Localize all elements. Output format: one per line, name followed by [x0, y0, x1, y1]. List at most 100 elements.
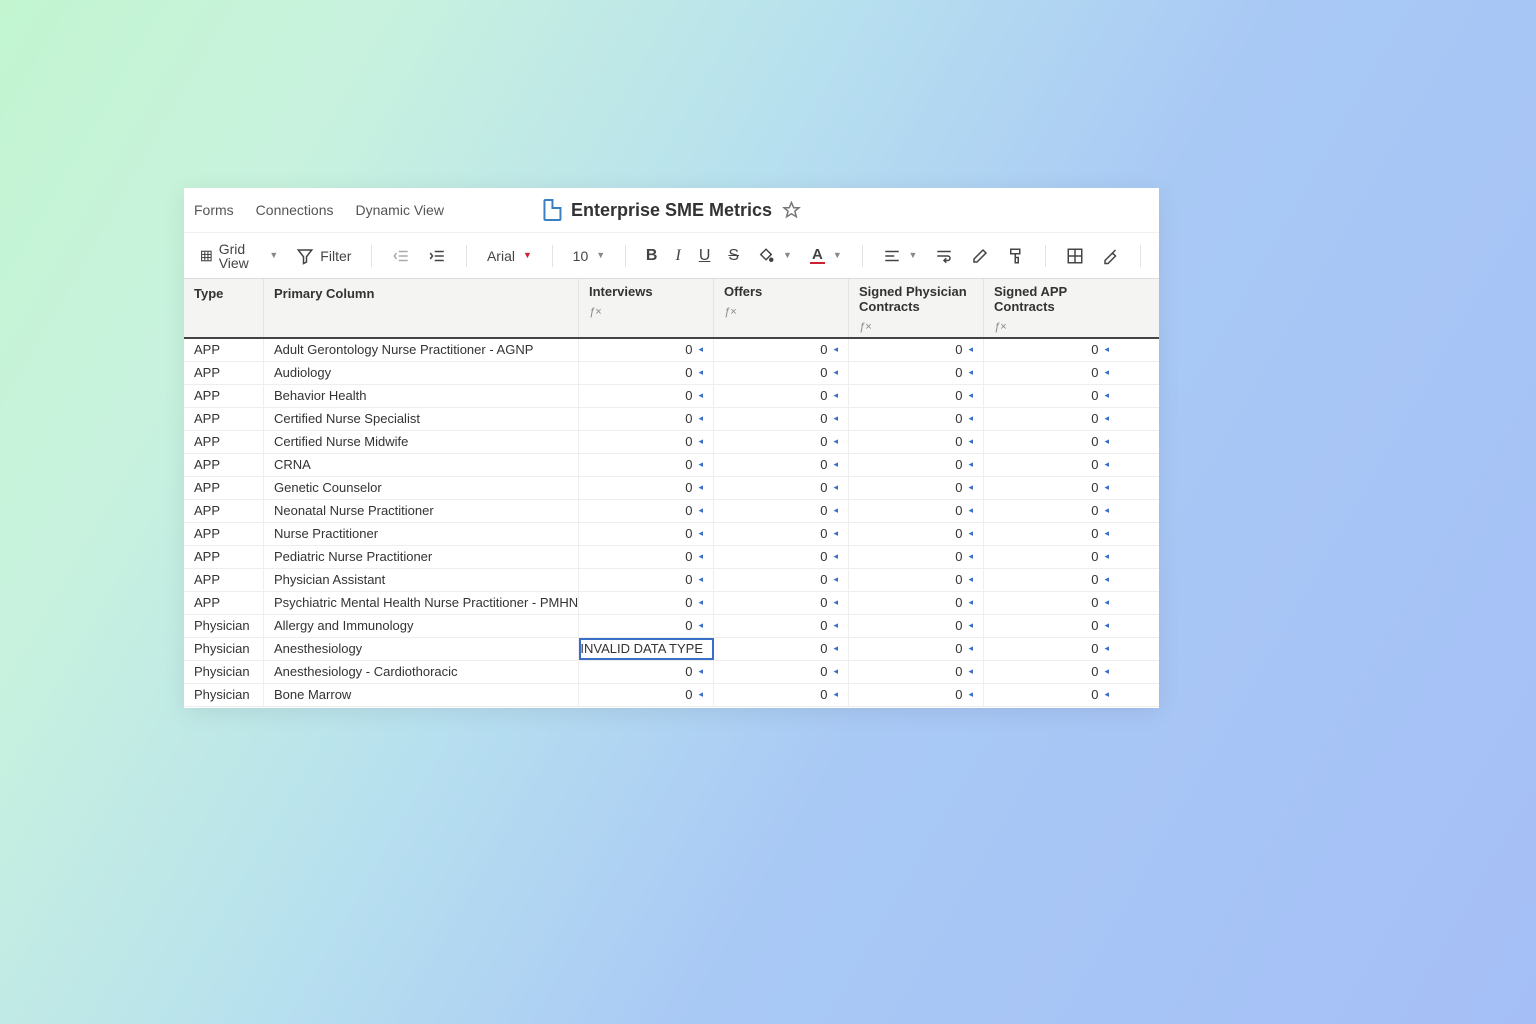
- cell-signed-physician[interactable]: 0◂: [849, 454, 984, 476]
- cell-primary[interactable]: CRNA: [264, 454, 579, 476]
- cell-interviews[interactable]: 0◂: [579, 454, 714, 476]
- cell-signed-physician[interactable]: 0◂: [849, 523, 984, 545]
- cell-signed-physician[interactable]: 0◂: [849, 431, 984, 453]
- table-row[interactable]: APPNurse Practitioner0◂0◂0◂0◂: [184, 523, 1159, 546]
- table-row[interactable]: APPAudiology0◂0◂0◂0◂: [184, 362, 1159, 385]
- cell-signed-physician[interactable]: 0◂: [849, 477, 984, 499]
- grid-view-button[interactable]: Grid View ▼: [194, 238, 284, 274]
- table-row[interactable]: PhysicianAnesthesiology - Cardiothoracic…: [184, 661, 1159, 684]
- cell-offers[interactable]: 0◂: [714, 684, 849, 706]
- cell-signed-physician[interactable]: 0◂: [849, 339, 984, 361]
- filter-button[interactable]: Filter: [290, 243, 357, 269]
- cell-signed-app[interactable]: 0◂: [984, 615, 1119, 637]
- table-row[interactable]: APPCertified Nurse Midwife0◂0◂0◂0◂: [184, 431, 1159, 454]
- cell-signed-app[interactable]: 0◂: [984, 569, 1119, 591]
- cell-type[interactable]: APP: [184, 500, 264, 522]
- cell-offers[interactable]: 0◂: [714, 454, 849, 476]
- cell-interviews[interactable]: 0◂: [579, 385, 714, 407]
- favorite-star-icon[interactable]: [782, 201, 800, 219]
- cell-signed-app[interactable]: 0◂: [984, 431, 1119, 453]
- cell-type[interactable]: APP: [184, 523, 264, 545]
- cell-type[interactable]: Physician: [184, 615, 264, 637]
- cell-signed-physician[interactable]: 0◂: [849, 362, 984, 384]
- cell-primary[interactable]: Anesthesiology: [264, 638, 579, 660]
- cell-signed-physician[interactable]: 0◂: [849, 661, 984, 683]
- fill-color-button[interactable]: ▼: [751, 243, 798, 269]
- cell-interviews[interactable]: 0◂: [579, 684, 714, 706]
- cell-offers[interactable]: 0◂: [714, 546, 849, 568]
- cell-signed-app[interactable]: 0◂: [984, 546, 1119, 568]
- cell-interviews[interactable]: 0◂: [579, 569, 714, 591]
- cell-signed-app[interactable]: 0◂: [984, 408, 1119, 430]
- cell-offers[interactable]: 0◂: [714, 385, 849, 407]
- cell-signed-physician[interactable]: 0◂: [849, 500, 984, 522]
- cell-primary[interactable]: Certified Nurse Specialist: [264, 408, 579, 430]
- cell-primary[interactable]: Behavior Health: [264, 385, 579, 407]
- cell-type[interactable]: APP: [184, 454, 264, 476]
- highlight-button[interactable]: [1096, 243, 1126, 269]
- cell-primary[interactable]: Certified Nurse Midwife: [264, 431, 579, 453]
- nav-dynamic-view[interactable]: Dynamic View: [356, 202, 444, 218]
- cell-signed-physician[interactable]: 0◂: [849, 385, 984, 407]
- col-header-type[interactable]: Type: [184, 279, 264, 337]
- align-button[interactable]: ▼: [877, 243, 924, 269]
- strikethrough-button[interactable]: S: [722, 244, 745, 268]
- text-color-button[interactable]: A ▼: [804, 243, 848, 268]
- col-header-interviews[interactable]: Interviews ƒ×: [579, 279, 714, 337]
- table-row[interactable]: APPPsychiatric Mental Health Nurse Pract…: [184, 592, 1159, 615]
- table-row[interactable]: PhysicianBone Marrow0◂0◂0◂0◂: [184, 684, 1159, 707]
- italic-button[interactable]: I: [669, 244, 686, 268]
- cell-interviews[interactable]: 0◂: [579, 362, 714, 384]
- table-row[interactable]: APPGenetic Counselor0◂0◂0◂0◂: [184, 477, 1159, 500]
- cell-offers[interactable]: 0◂: [714, 362, 849, 384]
- cell-signed-app[interactable]: 0◂: [984, 684, 1119, 706]
- table-row[interactable]: APPNeonatal Nurse Practitioner0◂0◂0◂0◂: [184, 500, 1159, 523]
- cell-signed-physician[interactable]: 0◂: [849, 569, 984, 591]
- clear-format-button[interactable]: [965, 243, 995, 269]
- cell-type[interactable]: APP: [184, 431, 264, 453]
- cell-signed-physician[interactable]: 0◂: [849, 546, 984, 568]
- cell-type[interactable]: Physician: [184, 684, 264, 706]
- cell-signed-app[interactable]: 0◂: [984, 523, 1119, 545]
- cell-signed-app[interactable]: 0◂: [984, 638, 1119, 660]
- cell-signed-app[interactable]: 0◂: [984, 362, 1119, 384]
- cell-signed-physician[interactable]: 0◂: [849, 592, 984, 614]
- format-painter-button[interactable]: [1001, 243, 1031, 269]
- underline-button[interactable]: U: [693, 244, 717, 268]
- table-row[interactable]: APPCRNA0◂0◂0◂0◂: [184, 454, 1159, 477]
- col-header-offers[interactable]: Offers ƒ×: [714, 279, 849, 337]
- font-name-select[interactable]: Arial ▼: [481, 245, 538, 267]
- cell-primary[interactable]: Bone Marrow: [264, 684, 579, 706]
- cell-type[interactable]: Physician: [184, 661, 264, 683]
- cell-type[interactable]: APP: [184, 477, 264, 499]
- cell-signed-app[interactable]: 0◂: [984, 592, 1119, 614]
- cell-signed-app[interactable]: 0◂: [984, 477, 1119, 499]
- cell-offers[interactable]: 0◂: [714, 500, 849, 522]
- col-header-primary[interactable]: Primary Column: [264, 279, 579, 337]
- cell-interviews[interactable]: 0◂: [579, 408, 714, 430]
- borders-button[interactable]: [1060, 243, 1090, 269]
- cell-type[interactable]: APP: [184, 385, 264, 407]
- cell-signed-app[interactable]: 0◂: [984, 339, 1119, 361]
- cell-offers[interactable]: 0◂: [714, 569, 849, 591]
- table-row[interactable]: APPAdult Gerontology Nurse Practitioner …: [184, 339, 1159, 362]
- cell-type[interactable]: APP: [184, 569, 264, 591]
- table-row[interactable]: PhysicianAllergy and Immunology0◂0◂0◂0◂: [184, 615, 1159, 638]
- table-row[interactable]: APPPhysician Assistant0◂0◂0◂0◂: [184, 569, 1159, 592]
- cell-primary[interactable]: Neonatal Nurse Practitioner: [264, 500, 579, 522]
- cell-primary[interactable]: Physician Assistant: [264, 569, 579, 591]
- cell-offers[interactable]: 0◂: [714, 339, 849, 361]
- cell-offers[interactable]: 0◂: [714, 638, 849, 660]
- cell-offers[interactable]: 0◂: [714, 408, 849, 430]
- wrap-button[interactable]: [929, 243, 959, 269]
- cell-offers[interactable]: 0◂: [714, 477, 849, 499]
- cell-interviews[interactable]: 0◂: [579, 523, 714, 545]
- cell-type[interactable]: APP: [184, 592, 264, 614]
- cell-offers[interactable]: 0◂: [714, 523, 849, 545]
- table-row[interactable]: APPPediatric Nurse Practitioner0◂0◂0◂0◂: [184, 546, 1159, 569]
- indent-button[interactable]: [422, 243, 452, 269]
- cell-primary[interactable]: Psychiatric Mental Health Nurse Practiti…: [264, 592, 579, 614]
- grid-body[interactable]: APPAdult Gerontology Nurse Practitioner …: [184, 339, 1159, 708]
- cell-signed-app[interactable]: 0◂: [984, 661, 1119, 683]
- table-row[interactable]: PhysicianAnesthesiology#INVALID DATA TYP…: [184, 638, 1159, 661]
